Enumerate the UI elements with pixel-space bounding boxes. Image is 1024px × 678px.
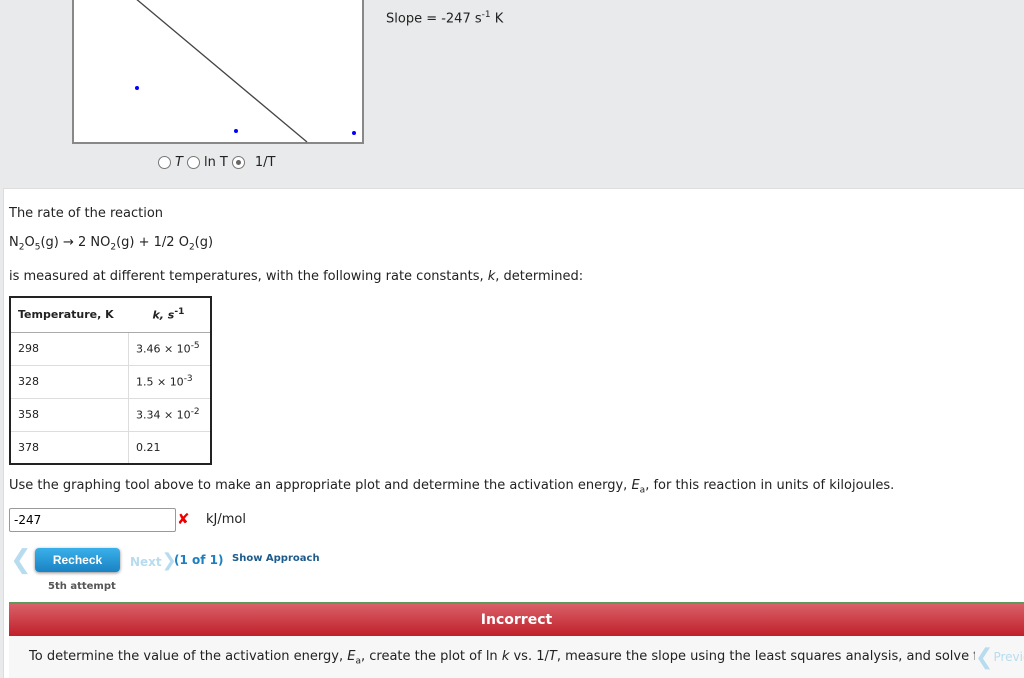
answer-unit: kJ/mol [206, 512, 246, 527]
instruction-b: , for this reaction in units of kilojoul… [645, 478, 895, 493]
fb-b: , create the plot of ln [360, 649, 502, 664]
next-label: Next [130, 555, 162, 569]
data-point [234, 129, 238, 133]
show-approach-link[interactable]: Show Approach [232, 553, 320, 564]
x-axis-radio-group: T ln T 1/T [158, 155, 275, 170]
cell-k: 3.46 × 10-5 [128, 331, 211, 365]
incorrect-banner: Incorrect [9, 602, 1024, 636]
header-k-exp: -1 [174, 307, 185, 318]
fb-d: , measure the slope using the least squa… [556, 649, 986, 664]
radio-ln-t-label: ln T [203, 155, 228, 170]
k-value: 1.5 × 10 [135, 375, 184, 389]
fit-line [136, 0, 308, 143]
table-header: Temperature, Kk, s-1 [10, 297, 211, 333]
graph-plot[interactable] [72, 0, 364, 144]
radio-t-label: T [175, 155, 183, 170]
k-exp: -3 [183, 374, 193, 385]
incorrect-x-icon: ✘ [177, 510, 190, 528]
table-row: 328 1.5 × 10-3 [10, 364, 211, 398]
slope-text: Slope = -247 s [386, 11, 482, 27]
cell-k: 1.5 × 10-3 [128, 364, 211, 398]
fb-t: T [548, 649, 557, 664]
radio-inverse-t-label: 1/T [254, 155, 276, 170]
radio-ln-t[interactable] [186, 156, 200, 169]
rate-table: Temperature, Kk, s-1 298 3.46 × 10-5 328 1… [9, 296, 212, 465]
next-button[interactable]: Next❯ [130, 550, 177, 571]
question-measured: is measured at different temperatures, w… [9, 269, 583, 284]
slope-unit: K [490, 11, 504, 27]
plot-svg [135, 0, 356, 143]
data-point [135, 86, 139, 90]
instruction: Use the graphing tool above to make an a… [9, 478, 894, 496]
fb-a: To determine the value of the activation… [29, 649, 348, 664]
ea-symbol: E [631, 478, 640, 493]
eq-part: (g) + 1/2 O [116, 235, 189, 250]
table-row: 358 3.34 × 10-2 [10, 397, 211, 431]
reaction-equation: N2O5(g) → 2 NO2(g) + 1/2 O2(g) [9, 235, 213, 253]
data-point [352, 131, 356, 135]
answer-input[interactable] [9, 508, 176, 532]
previous-arrow-icon[interactable]: ❮ [10, 545, 32, 575]
measured-end: , determined: [495, 269, 584, 284]
cell-temperature: 378 [10, 430, 129, 464]
slope-exp: -1 [481, 10, 491, 20]
cell-temperature: 328 [10, 364, 129, 398]
cell-temperature: 358 [10, 397, 129, 431]
slope-readout: Slope = -247 s-1 K [386, 10, 503, 26]
header-k: k, s-1 [128, 297, 211, 333]
table-row: 298 3.46 × 10-5 [10, 331, 211, 365]
recheck-button[interactable]: Recheck [35, 548, 120, 572]
k-exp: -5 [190, 341, 200, 352]
radio-t[interactable] [158, 156, 171, 169]
header-temperature: Temperature, K [10, 297, 129, 333]
radio-inverse-t[interactable] [231, 156, 245, 169]
header-k-text: k, s [152, 309, 175, 323]
feedback-text: To determine the value of the activation… [29, 649, 986, 667]
question-intro: The rate of the reaction [9, 206, 164, 221]
measured-text: is measured at different temperatures, w… [9, 269, 488, 284]
attempt-count: 5th attempt [48, 581, 116, 592]
eq-part: (g) → 2 NO [40, 235, 111, 250]
k-value: 3.46 × 10 [135, 342, 191, 356]
cell-k: 0.21 [128, 430, 211, 464]
previous-button[interactable]: ❮Previou [975, 642, 1024, 672]
table-row: 378 0.21 [10, 430, 211, 464]
instruction-a: Use the graphing tool above to make an a… [9, 478, 632, 493]
k-exp: -2 [190, 407, 200, 418]
cell-temperature: 298 [10, 331, 129, 365]
question-count: (1 of 1) [174, 553, 224, 567]
previous-label: Previou [993, 650, 1024, 664]
k-value: 0.21 [135, 440, 161, 454]
previous-chevron-icon: ❮ [975, 644, 994, 670]
eq-part: O [24, 235, 35, 250]
eq-part: N [9, 235, 19, 250]
k-value: 3.34 × 10 [135, 408, 191, 422]
fb-c: vs. 1/ [509, 649, 549, 664]
eq-part: (g) [194, 235, 214, 250]
cell-k: 3.34 × 10-2 [128, 397, 211, 431]
